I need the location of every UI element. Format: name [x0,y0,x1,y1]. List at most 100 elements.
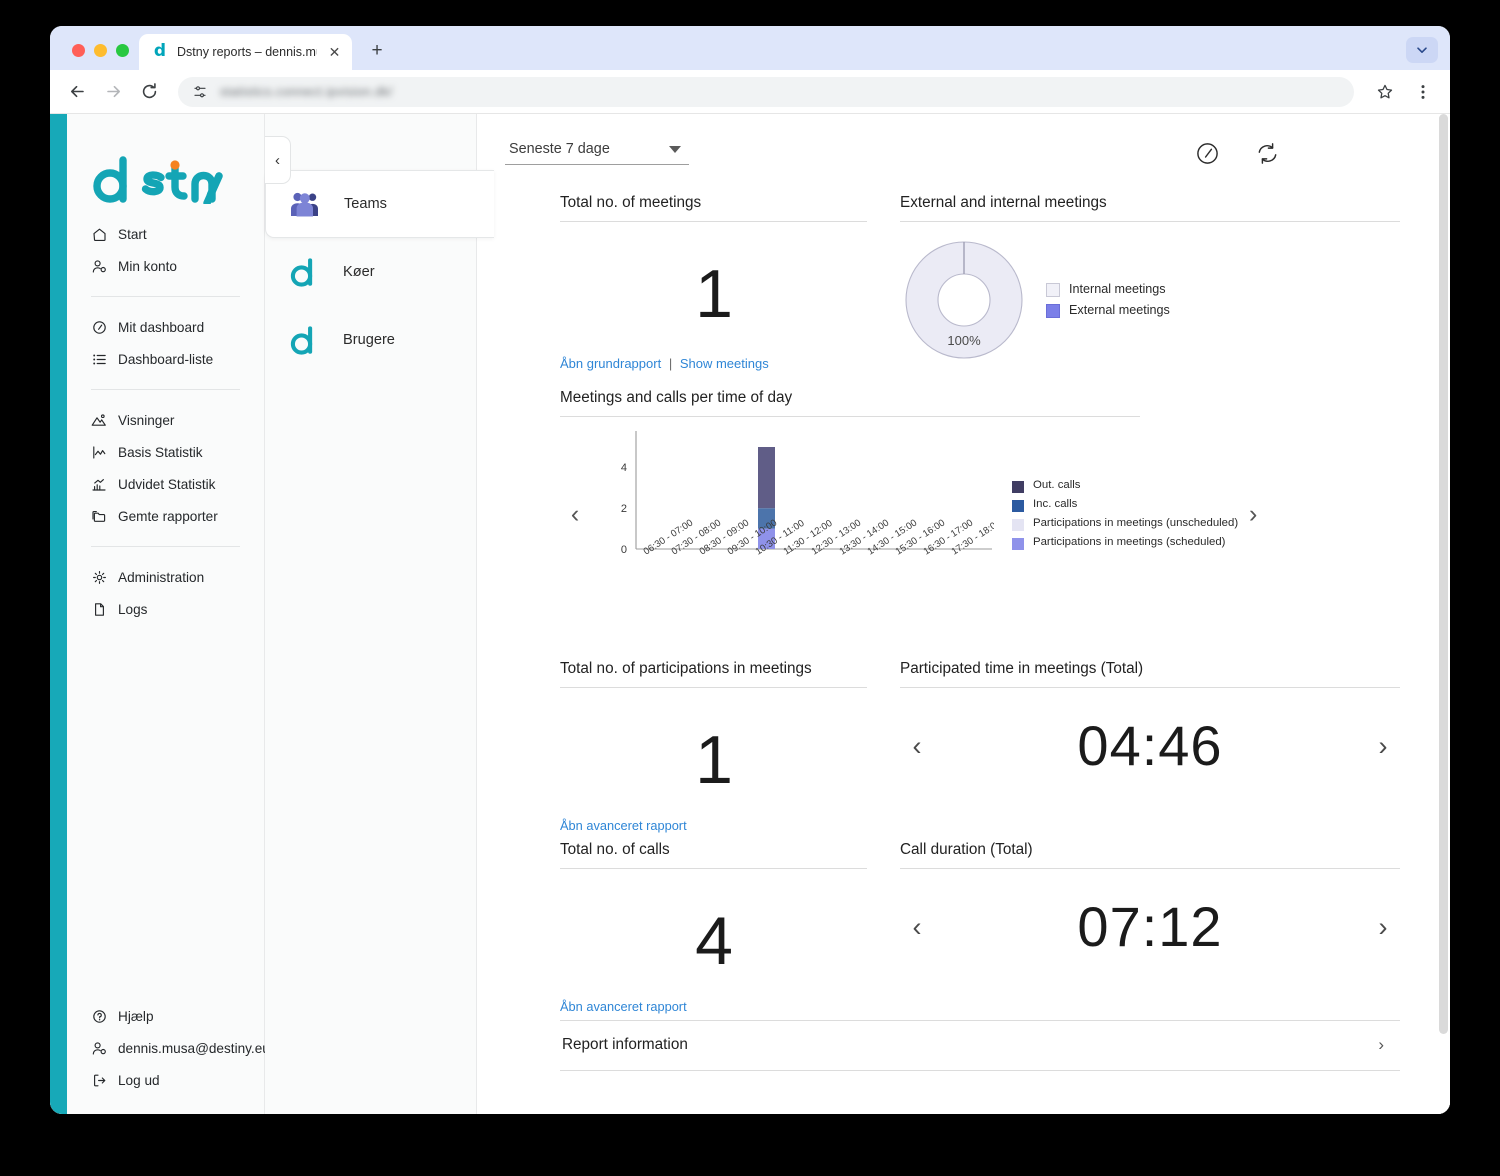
open-base-report-link[interactable]: Åbn grundrapport [560,356,661,371]
sidebar-item-gemte-rapporter[interactable]: Gemte rapporter [67,500,264,532]
primary-sidebar: Start Min konto Mit dashboard Dashboard-… [67,114,291,1114]
forward-button[interactable] [102,81,124,103]
legend-label: Out. calls [1033,479,1081,491]
card-title: Call duration (Total) [900,841,1400,869]
chart-next-button[interactable]: › [1238,495,1268,535]
scrollbar-thumb[interactable] [1439,114,1448,1034]
show-meetings-link[interactable]: Show meetings [680,356,769,371]
report-type-item-brugere[interactable]: Brugere [265,306,476,374]
back-button[interactable] [66,81,88,103]
bookmark-star-icon[interactable] [1374,81,1396,103]
minimize-window-button[interactable] [94,44,107,57]
legend-swatch-inc-calls [1012,500,1024,512]
participated-time-next-button[interactable]: › [1366,724,1400,768]
summary-cards: Total no. of meetings 1 Åbn grundrapport… [505,194,1410,371]
sidebar-item-hjaelp[interactable]: Hjælp [67,1000,264,1032]
donut-chart: 100% [900,236,1028,364]
card-total-participations: Total no. of participations in meetings … [560,660,867,833]
legend-swatch-participations-unscheduled [1012,519,1024,531]
link-separator: | [668,356,673,371]
metric-cards: Total no. of participations in meetings … [505,660,1410,1071]
participated-time-prev-button[interactable]: ‹ [900,724,934,768]
dstny-d-icon [285,253,323,291]
browser-tab[interactable]: d Dstny reports – dennis.mus ✕ [139,34,352,70]
legend-label: Internal meetings [1069,282,1166,296]
sidebar-item-label: dennis.musa@destiny.eu [118,1040,270,1056]
sidebar-item-start[interactable]: Start [67,218,264,250]
sidebar-item-account-email[interactable]: dennis.musa@destiny.eu [67,1032,270,1064]
sidebar-item-label: Logs [118,601,148,617]
sidebar-item-visninger[interactable]: Visninger [67,404,264,436]
call-duration-prev-button[interactable]: ‹ [900,905,934,949]
sidebar-item-label: Dashboard-liste [118,351,214,367]
card-external-internal-meetings: External and internal meetings 100% Inte… [900,194,1400,371]
sidebar-footer: Hjælp dennis.musa@destiny.eu Log ud [67,1000,270,1114]
sidebar-collapse-button[interactable]: ‹ [265,136,291,184]
help-icon [91,1008,107,1024]
tab-title: Dstny reports – dennis.mus [177,45,317,59]
dashboard-gauge-button[interactable] [1194,140,1220,166]
document-icon [91,601,107,617]
svg-text:0: 0 [621,544,627,556]
main-scrollbar[interactable] [1437,114,1450,1114]
brand-accent-bar [50,114,67,1114]
sidebar-item-logs[interactable]: Logs [67,593,264,625]
sidebar-item-label: Gemte rapporter [118,508,218,524]
sidebar-item-label: Visninger [118,412,175,428]
sidebar-item-administration[interactable]: Administration [67,561,264,593]
report-information-row[interactable]: Report information › [560,1020,1400,1071]
card-title: Participated time in meetings (Total) [900,660,1400,688]
report-toolbar: Seneste 7 dage [505,136,1410,166]
sidebar-divider [91,546,240,547]
browser-menu-icon[interactable] [1412,81,1434,103]
sidebar-item-label: Hjælp [118,1008,154,1024]
card-title: Total no. of participations in meetings [560,660,867,688]
address-bar[interactable]: statistics.connect.ipvision.dk/ [178,76,1354,107]
tab-close-icon[interactable]: ✕ [326,44,343,61]
tab-search-button[interactable] [1406,37,1438,63]
card-total-calls: Total no. of calls 4 Åbn avanceret rappo… [560,841,867,1014]
home-icon [91,226,107,242]
logout-icon [91,1072,107,1088]
sidebar-item-label: Min konto [118,258,177,274]
total-participations-value: 1 [695,722,733,798]
folder-icon [91,508,107,524]
site-settings-icon[interactable] [192,84,208,100]
maximize-window-button[interactable] [116,44,129,57]
sidebar-item-log-ud[interactable]: Log ud [67,1064,264,1096]
reload-button[interactable] [138,81,160,103]
legend-label: Inc. calls [1033,498,1078,510]
participated-time-value: 04:46 [1077,714,1223,777]
legend-item: Participations in meetings (unscheduled) [1012,517,1238,531]
open-advanced-report-link[interactable]: Åbn avanceret rapport [560,975,867,1014]
sidebar-item-min-konto[interactable]: Min konto [67,250,264,282]
main-content: Seneste 7 dage Total no. of meetings 1 Å… [477,114,1450,1114]
card-title: Total no. of meetings [560,194,867,222]
close-window-button[interactable] [72,44,85,57]
report-type-label: Køer [343,264,375,280]
donut-legend: Internal meetings External meetings [1046,282,1170,318]
sidebar-item-dashboard-liste[interactable]: Dashboard-liste [67,343,264,375]
sidebar-item-udvidet-statistik[interactable]: Udvidet Statistik [67,468,264,500]
refresh-button[interactable] [1254,140,1280,166]
time-of-day-bar-chart: 0 2 4 06:30 - 07:00 07:30 - 08:00 08:30 … [594,427,994,602]
legend-label: External meetings [1069,303,1170,317]
dstny-logo[interactable] [67,114,264,218]
open-advanced-report-link[interactable]: Åbn avanceret rapport [560,794,867,833]
legend-item: Inc. calls [1012,498,1238,512]
sidebar-item-basis-statistik[interactable]: Basis Statistik [67,436,264,468]
chevron-down-icon [1417,47,1427,53]
report-type-label: Teams [344,196,387,212]
report-type-item-teams[interactable]: Teams [265,170,494,238]
card-participated-time: Participated time in meetings (Total) ‹ … [900,660,1400,833]
call-duration-next-button[interactable]: › [1366,905,1400,949]
legend-item: External meetings [1046,303,1170,318]
dstny-d-icon [285,321,323,359]
browser-toolbar: statistics.connect.ipvision.dk/ [50,70,1450,114]
chart-prev-button[interactable]: ‹ [560,495,590,535]
application-root: Start Min konto Mit dashboard Dashboard-… [50,114,1450,1114]
period-select[interactable]: Seneste 7 dage [505,137,689,165]
sidebar-item-mit-dashboard[interactable]: Mit dashboard [67,311,264,343]
new-tab-button[interactable]: + [366,40,388,62]
report-type-item-koer[interactable]: Køer [265,238,476,306]
